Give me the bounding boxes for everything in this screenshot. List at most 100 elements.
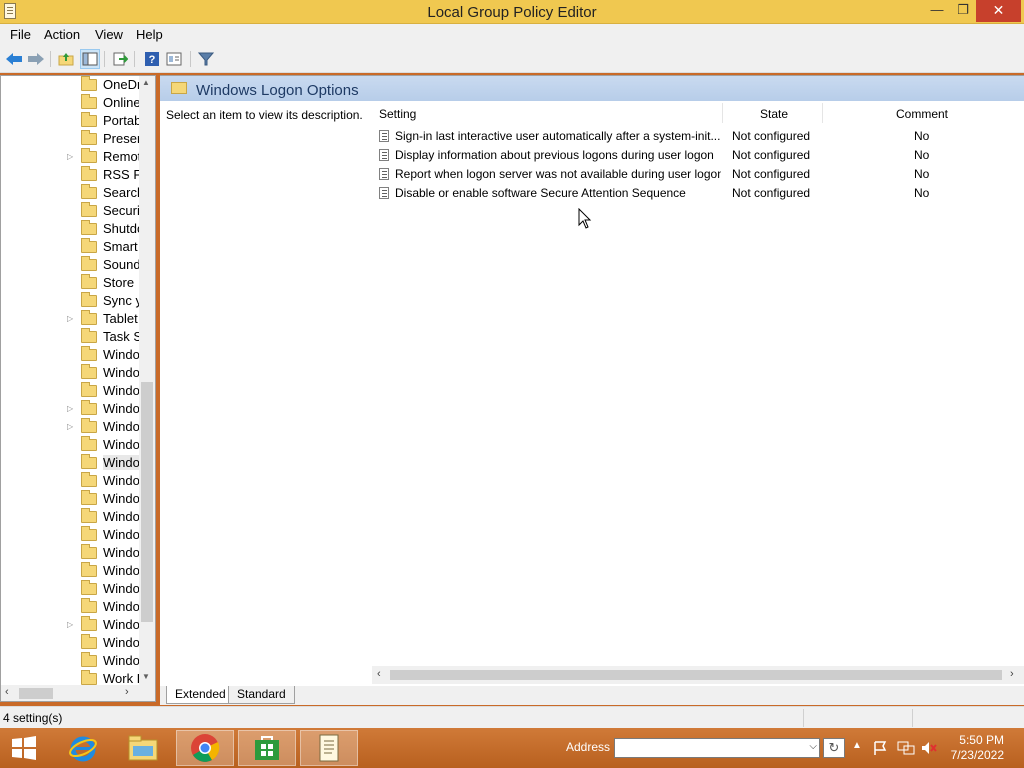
tree-node[interactable]: Windo (1, 562, 139, 580)
tree-node[interactable]: ▷ Remot (1, 148, 139, 166)
tree-node[interactable]: Windo (1, 490, 139, 508)
scroll-right-icon[interactable]: › (1010, 668, 1014, 680)
tree-node[interactable]: Windo (1, 544, 139, 562)
show-hide-tree-icon[interactable] (80, 49, 100, 69)
taskbar-group-policy-editor[interactable] (300, 730, 358, 766)
tree-node-label: Windo (103, 599, 139, 614)
network-icon[interactable] (897, 740, 915, 759)
close-button[interactable]: ✕ (976, 0, 1021, 22)
filter-icon[interactable] (196, 49, 216, 69)
back-arrow-icon[interactable] (4, 49, 24, 69)
column-header-state[interactable]: State (760, 103, 789, 125)
minimize-button[interactable]: — (924, 0, 950, 22)
expand-arrow-icon[interactable]: ▷ (67, 152, 75, 162)
scroll-right-icon[interactable]: › (125, 686, 129, 698)
tree-node[interactable]: Securit (1, 202, 139, 220)
tree-node-label: Securit (103, 203, 139, 218)
tree-node[interactable]: Windo (1, 454, 139, 472)
tree-vertical-scrollbar[interactable]: ▲ ▼ (139, 76, 155, 685)
tree-node[interactable]: ▷ Windo (1, 616, 139, 634)
content-horizontal-scrollbar[interactable]: ‹ › (372, 666, 1024, 684)
export-list-icon[interactable] (110, 49, 130, 69)
menu-action[interactable]: Action (44, 27, 80, 42)
tree-node[interactable]: Work F (1, 670, 139, 685)
taskbar-store[interactable] (238, 730, 296, 766)
tree-node[interactable]: Windo (1, 598, 139, 616)
start-button[interactable] (0, 730, 48, 766)
show-hidden-icons-icon[interactable]: ▲ (852, 740, 862, 751)
properties-icon[interactable] (164, 49, 184, 69)
tree-node[interactable]: Portab (1, 112, 139, 130)
tree-node-label: Task S (103, 329, 139, 344)
expand-arrow-icon[interactable]: ▷ (67, 422, 75, 432)
tree-horizontal-scrollbar[interactable]: ‹ › (0, 685, 156, 702)
column-header-comment[interactable]: Comment (896, 103, 949, 125)
tree-node[interactable]: Windo (1, 526, 139, 544)
tree-node[interactable]: ▷ Windo (1, 418, 139, 436)
action-center-flag-icon[interactable] (872, 740, 888, 759)
taskbar-chrome[interactable] (176, 730, 234, 766)
setting-row[interactable]: Display information about previous logon… (376, 146, 1024, 165)
address-input[interactable]: ⌵ (614, 738, 820, 758)
tree-node[interactable]: Task S (1, 328, 139, 346)
column-divider[interactable] (722, 103, 723, 123)
folder-icon (81, 310, 97, 325)
taskbar-internet-explorer[interactable] (54, 730, 112, 766)
tree-node-label: Remot (103, 149, 139, 164)
expand-arrow-icon[interactable]: ▷ (67, 404, 75, 414)
scroll-thumb[interactable] (141, 382, 153, 622)
setting-state: Not configured (732, 167, 811, 181)
taskbar-file-explorer[interactable] (114, 730, 172, 766)
maximize-button[interactable]: ❐ (950, 0, 976, 22)
tree-node[interactable]: Sync y (1, 292, 139, 310)
tree-node[interactable]: ▷ Windo (1, 400, 139, 418)
tab-extended[interactable]: Extended (166, 686, 235, 704)
tab-standard[interactable]: Standard (228, 686, 295, 704)
tree-node[interactable]: Windo (1, 652, 139, 670)
tree-node[interactable]: Windo (1, 382, 139, 400)
tree-node[interactable]: ▷ Tablet (1, 310, 139, 328)
setting-comment: No (914, 186, 930, 200)
setting-row[interactable]: Sign-in last interactive user automatica… (376, 127, 1024, 146)
tree-node[interactable]: Sound (1, 256, 139, 274)
tree-node[interactable]: Store (1, 274, 139, 292)
help-icon[interactable]: ? (142, 49, 162, 69)
menu-help[interactable]: Help (136, 27, 163, 42)
scroll-left-icon[interactable]: ‹ (5, 686, 9, 698)
menu-view[interactable]: View (95, 27, 123, 42)
scroll-thumb[interactable] (390, 670, 1002, 680)
scroll-thumb[interactable] (19, 688, 53, 699)
tree-node[interactable]: Windo (1, 508, 139, 526)
expand-arrow-icon[interactable]: ▷ (67, 314, 75, 324)
menu-file[interactable]: File (10, 27, 31, 42)
tree-node[interactable]: Presen (1, 130, 139, 148)
tree-node[interactable]: Shutdo (1, 220, 139, 238)
tree-node[interactable]: RSS Fe (1, 166, 139, 184)
expand-arrow-icon[interactable]: ▷ (67, 620, 75, 630)
column-header-setting[interactable]: Setting (379, 103, 719, 125)
tree-node[interactable]: Smart (1, 238, 139, 256)
tree-node[interactable]: Search (1, 184, 139, 202)
setting-row[interactable]: Report when logon server was not availab… (376, 165, 1024, 184)
tree-node[interactable]: Windo (1, 346, 139, 364)
column-divider[interactable] (822, 103, 823, 123)
tree-node[interactable]: Windo (1, 634, 139, 652)
volume-muted-icon[interactable] (920, 740, 938, 759)
tree-node[interactable]: Online (1, 94, 139, 112)
chevron-down-icon[interactable]: ⌵ (809, 741, 817, 752)
scroll-down-icon[interactable]: ▼ (142, 672, 150, 681)
setting-name: Report when logon server was not availab… (395, 167, 721, 181)
tree-node[interactable]: OneDr (1, 76, 139, 94)
up-folder-icon[interactable] (56, 49, 76, 69)
tree-node[interactable]: Windo (1, 436, 139, 454)
setting-row[interactable]: Disable or enable software Secure Attent… (376, 184, 1024, 203)
tree-node-label: Windo (103, 383, 139, 398)
refresh-icon[interactable]: ↻ (823, 738, 845, 758)
forward-arrow-icon[interactable] (26, 49, 46, 69)
tree-node[interactable]: Windo (1, 580, 139, 598)
tree-node[interactable]: Windo (1, 472, 139, 490)
tree-node[interactable]: Windo (1, 364, 139, 382)
scroll-up-icon[interactable]: ▲ (142, 78, 150, 87)
scroll-left-icon[interactable]: ‹ (377, 668, 381, 680)
system-clock[interactable]: 5:50 PM 7/23/2022 (944, 733, 1004, 763)
